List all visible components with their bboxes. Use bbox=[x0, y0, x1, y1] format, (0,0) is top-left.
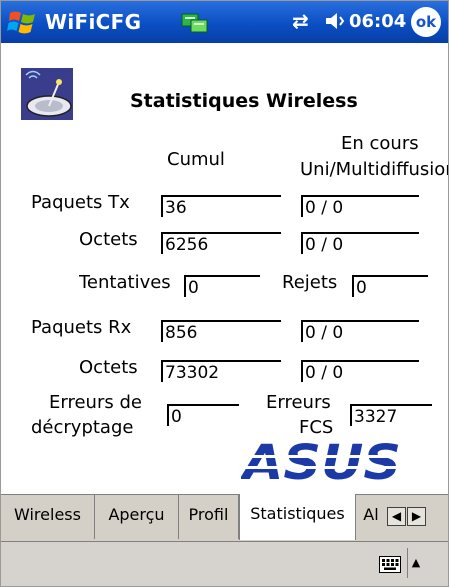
app-title: WiFiCFG bbox=[45, 10, 142, 34]
tx-bytes-cumul-field: 6256 bbox=[161, 232, 281, 255]
tab-scroll-left-icon[interactable]: ◀ bbox=[387, 507, 406, 526]
decrypt-errors-label-line1: Erreurs de bbox=[49, 392, 142, 413]
svg-text:ASUS: ASUS bbox=[241, 439, 401, 485]
column-cumul-label: Cumul bbox=[167, 149, 225, 170]
tab-strip: Wireless Aperçu Profil Statistiques Al ◀… bbox=[1, 494, 448, 542]
ok-button[interactable]: ok bbox=[411, 7, 441, 37]
decrypt-errors-field: 0 bbox=[167, 404, 239, 427]
speaker-icon[interactable] bbox=[323, 9, 347, 33]
fcs-errors-label-line1: Erreurs bbox=[266, 392, 331, 413]
tab-statistiques[interactable]: Statistiques bbox=[239, 494, 356, 540]
tx-packets-current-field: 0 / 0 bbox=[301, 195, 419, 218]
wireless-dish-icon bbox=[21, 68, 73, 120]
tx-bytes-current-field: 0 / 0 bbox=[301, 232, 419, 255]
sync-arrows-icon[interactable]: ⇄ bbox=[292, 9, 309, 33]
rx-bytes-cumul-field: 73302 bbox=[161, 360, 281, 383]
attempts-label: Tentatives bbox=[79, 272, 171, 293]
tx-bytes-label: Octets bbox=[79, 229, 138, 250]
tx-packets-label: Paquets Tx bbox=[31, 192, 130, 213]
tab-wireless[interactable]: Wireless bbox=[1, 495, 95, 539]
column-current-label: En cours bbox=[341, 133, 419, 154]
attempts-field: 0 bbox=[184, 275, 260, 298]
windows-flag-icon[interactable] bbox=[7, 6, 39, 38]
tab-about[interactable]: Al bbox=[356, 495, 386, 539]
rejects-label: Rejets bbox=[282, 272, 338, 293]
fcs-errors-label-line2: FCS bbox=[299, 417, 334, 438]
menu-bar: ▲ bbox=[1, 541, 448, 586]
rx-packets-label: Paquets Rx bbox=[31, 317, 132, 338]
sip-arrow-icon[interactable]: ▲ bbox=[407, 548, 424, 578]
tx-packets-cumul-field: 36 bbox=[161, 195, 281, 218]
rx-bytes-current-field: 0 / 0 bbox=[301, 360, 419, 383]
title-bar: WiFiCFG ⇄ 06:04 ok bbox=[1, 1, 448, 43]
column-unimulticast-label: Uni/Multidiffusion bbox=[300, 159, 449, 180]
tab-scroll-right-icon[interactable]: ▶ bbox=[407, 507, 426, 526]
device-screen: WiFiCFG ⇄ 06:04 ok Statistiques Wireless… bbox=[0, 0, 449, 587]
rx-packets-cumul-field: 856 bbox=[161, 320, 281, 343]
decrypt-errors-label-line2: décryptage bbox=[31, 417, 134, 438]
tab-profil[interactable]: Profil bbox=[179, 495, 239, 539]
rejects-field: 0 bbox=[352, 275, 428, 298]
page-title: Statistiques Wireless bbox=[130, 90, 358, 112]
clock[interactable]: 06:04 bbox=[349, 11, 406, 32]
rx-bytes-label: Octets bbox=[79, 357, 138, 378]
rx-packets-current-field: 0 / 0 bbox=[301, 320, 419, 343]
tab-apercu[interactable]: Aperçu bbox=[95, 495, 179, 539]
keyboard-icon[interactable] bbox=[379, 556, 401, 573]
network-status-icon[interactable] bbox=[181, 11, 209, 35]
fcs-errors-field: 3327 bbox=[350, 404, 432, 427]
asus-logo: ASUS bbox=[241, 439, 411, 485]
